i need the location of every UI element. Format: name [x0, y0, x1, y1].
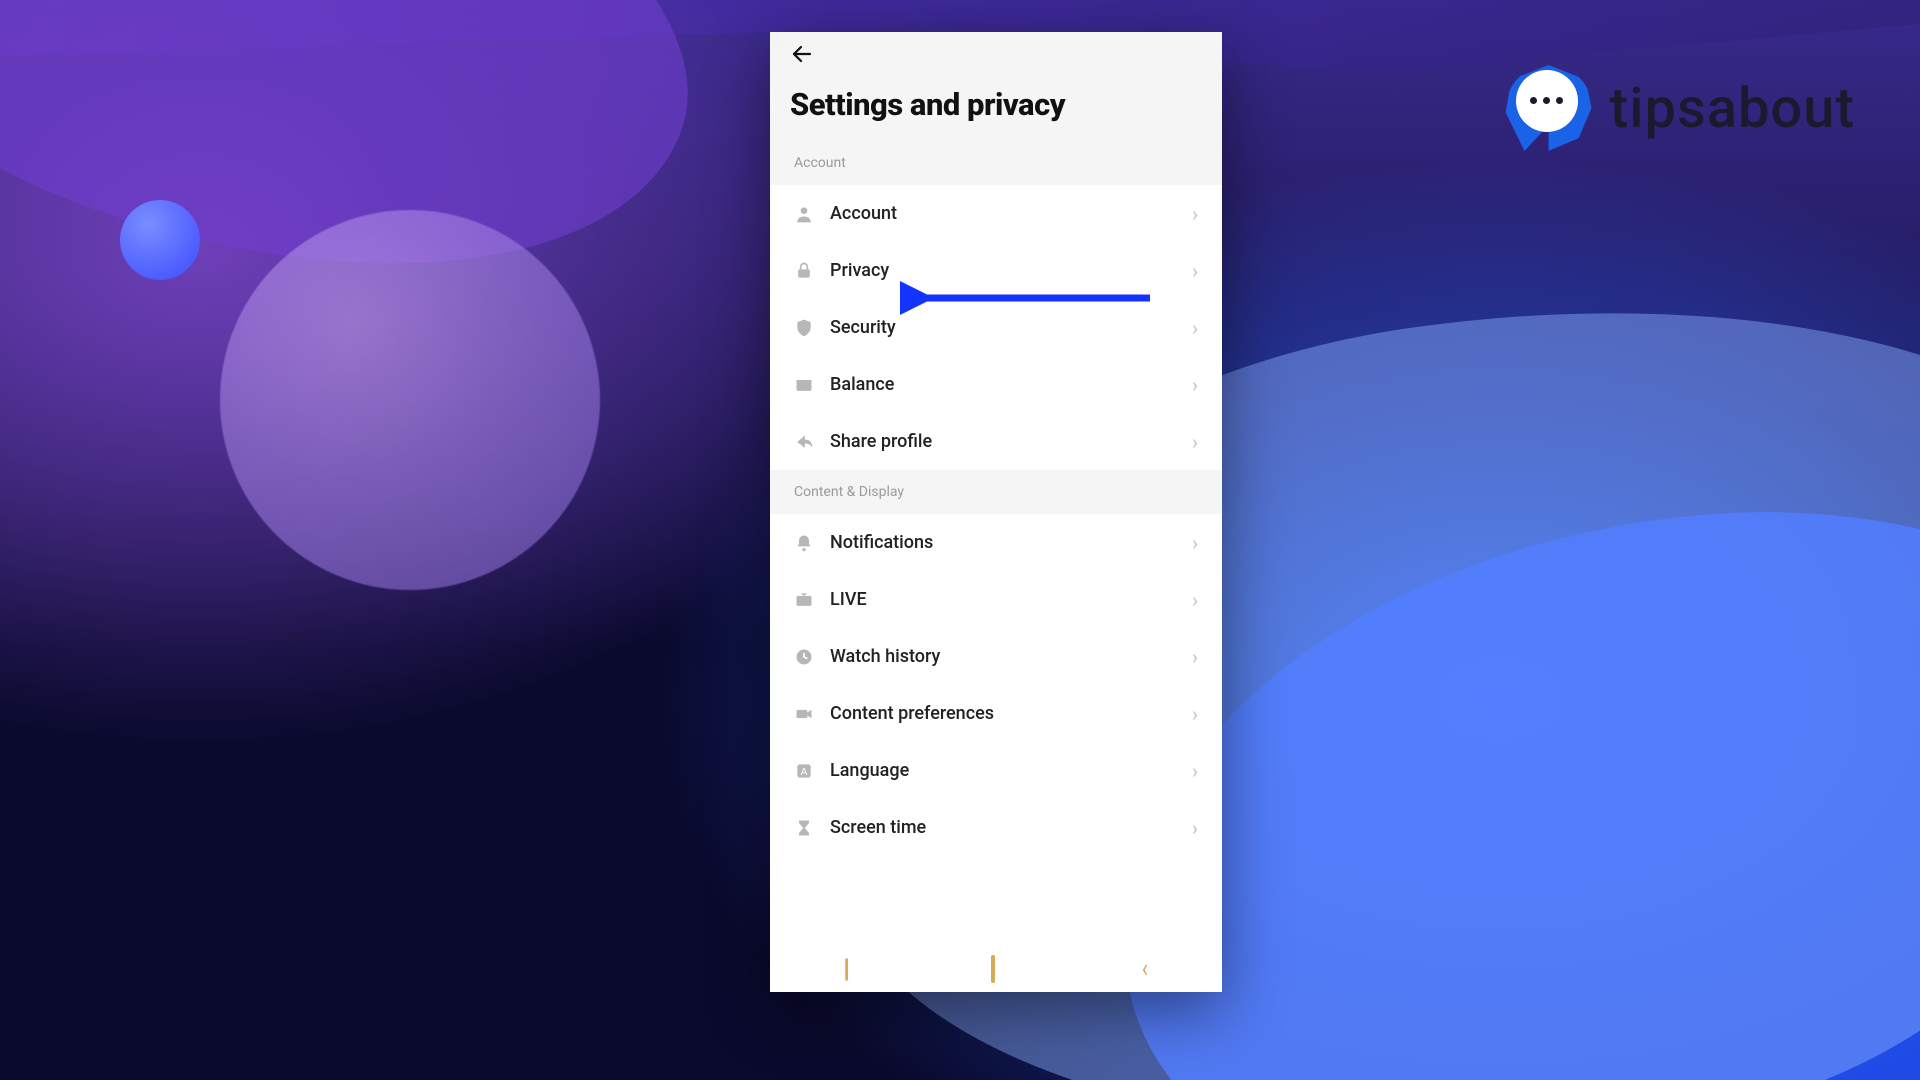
settings-item-live[interactable]: LIVE › [770, 571, 1222, 628]
android-home-button[interactable] [991, 957, 995, 981]
app-header: Settings and privacy [770, 32, 1222, 141]
settings-item-label: Screen time [830, 817, 1176, 838]
settings-item-label: Notifications [830, 532, 1176, 553]
share-icon [794, 432, 814, 452]
settings-item-label: Privacy [830, 260, 1176, 281]
chevron-right-icon: › [1192, 318, 1198, 338]
chevron-right-icon: › [1192, 704, 1198, 724]
chevron-right-icon: › [1192, 590, 1198, 610]
settings-item-label: Watch history [830, 646, 1176, 667]
svg-text:A: A [801, 767, 808, 778]
page-title: Settings and privacy [790, 86, 1202, 123]
chevron-right-icon: › [1192, 818, 1198, 838]
lock-icon [794, 261, 814, 281]
video-icon [794, 704, 814, 724]
chevron-right-icon: › [1192, 761, 1198, 781]
settings-item-label: Balance [830, 374, 1176, 395]
settings-item-label: Share profile [830, 431, 1176, 452]
settings-item-label: Language [830, 760, 1176, 781]
clock-icon [794, 647, 814, 667]
chevron-right-icon: › [1192, 647, 1198, 667]
ticket-icon [794, 590, 814, 610]
settings-item-privacy[interactable]: Privacy › [770, 242, 1222, 299]
android-nav-bar: ||| ‹ [770, 946, 1222, 992]
language-icon: A [794, 761, 814, 781]
section-header-account: Account [770, 141, 1222, 185]
settings-item-account[interactable]: Account › [770, 185, 1222, 242]
chevron-right-icon: › [1192, 375, 1198, 395]
android-back-button[interactable]: ‹ [1142, 954, 1148, 984]
brand-logo: tipsabout [1506, 65, 1855, 151]
settings-item-content-preferences[interactable]: Content preferences › [770, 685, 1222, 742]
shield-icon [794, 318, 814, 338]
chevron-right-icon: › [1192, 204, 1198, 224]
settings-item-security[interactable]: Security › [770, 299, 1222, 356]
settings-item-notifications[interactable]: Notifications › [770, 514, 1222, 571]
chevron-right-icon: › [1192, 533, 1198, 553]
brand-name: tipsabout [1610, 75, 1855, 141]
chevron-right-icon: › [1192, 432, 1198, 452]
settings-item-balance[interactable]: Balance › [770, 356, 1222, 413]
wallet-icon [794, 375, 814, 395]
settings-item-share-profile[interactable]: Share profile › [770, 413, 1222, 470]
android-recents-button[interactable]: ||| [843, 954, 845, 984]
settings-item-label: Account [830, 203, 1176, 224]
settings-item-watch-history[interactable]: Watch history › [770, 628, 1222, 685]
settings-item-label: Security [830, 317, 1176, 338]
chevron-right-icon: › [1192, 261, 1198, 281]
hourglass-icon [794, 818, 814, 838]
settings-item-screen-time[interactable]: Screen time › [770, 799, 1222, 856]
person-icon [794, 204, 814, 224]
settings-item-label: LIVE [830, 589, 1176, 610]
brand-mark-icon [1506, 65, 1592, 151]
settings-item-language[interactable]: A Language › [770, 742, 1222, 799]
bell-icon [794, 533, 814, 553]
settings-item-label: Content preferences [830, 703, 1176, 724]
section-header-content-display: Content & Display [770, 470, 1222, 514]
back-arrow-icon[interactable] [790, 42, 814, 71]
phone-screenshot: Settings and privacy Account Account › P… [770, 32, 1222, 992]
